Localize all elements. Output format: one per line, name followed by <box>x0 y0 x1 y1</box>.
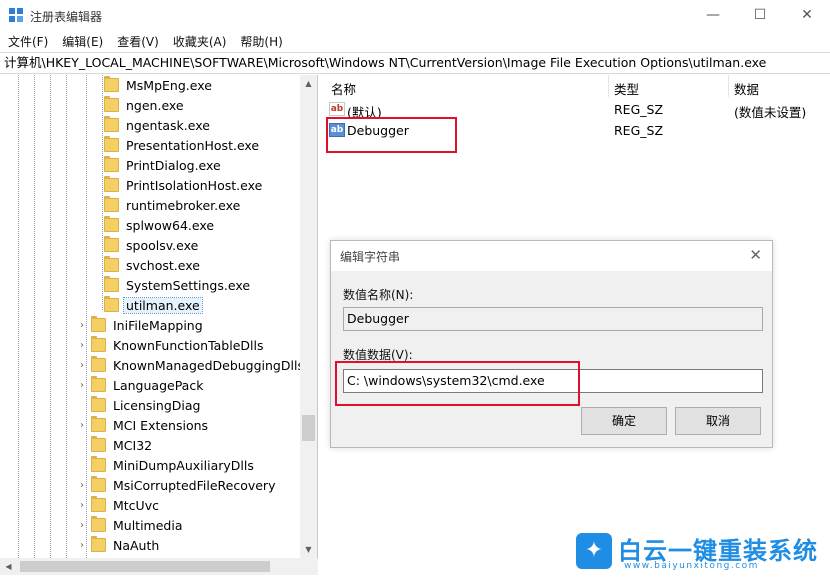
tree-item[interactable]: › Multimedia <box>77 515 185 535</box>
scroll-up-icon[interactable]: ▲ <box>300 75 317 92</box>
tree-horizontal-scrollbar[interactable]: ◀ <box>0 558 318 575</box>
folder-icon <box>91 516 106 532</box>
tree-item-selected[interactable]: utilman.exe <box>104 295 203 315</box>
tree-item[interactable]: MCI32 <box>77 435 154 455</box>
highlight-box-value-data <box>335 361 580 406</box>
window-title: 注册表编辑器 <box>30 10 103 24</box>
watermark-url: www.baiyunxitong.com <box>624 561 759 571</box>
cancel-button[interactable]: 取消 <box>675 407 761 435</box>
expand-chevron-icon[interactable]: › <box>77 420 87 431</box>
menu-bar: 文件(F) 编辑(E) 查看(V) 收藏夹(A) 帮助(H) <box>0 30 830 52</box>
tree-item[interactable]: svchost.exe <box>104 255 202 275</box>
expand-chevron-icon[interactable]: › <box>77 380 87 391</box>
bird-logo-icon: ✦ <box>576 533 612 569</box>
tree-item[interactable]: PrintDialog.exe <box>104 155 223 175</box>
tree-item[interactable]: PresentationHost.exe <box>104 135 261 155</box>
watermark-logo: ✦ 白云一键重装系统 www.baiyunxitong.com <box>576 531 824 573</box>
menu-edit[interactable]: 编辑(E) <box>62 33 103 50</box>
tree-item[interactable]: › KnownFunctionTableDlls <box>77 335 266 355</box>
tree-item[interactable]: › IniFileMapping <box>77 315 205 335</box>
folder-icon <box>91 436 106 452</box>
edit-string-dialog: 编辑字符串 ✕ 数值名称(N): Debugger 数值数据(V): C: \w… <box>330 240 773 448</box>
folder-icon <box>104 116 119 132</box>
dialog-title: 编辑字符串 <box>340 250 401 264</box>
scroll-down-icon[interactable]: ▼ <box>300 541 317 558</box>
tree-item[interactable]: LicensingDiag <box>77 395 202 415</box>
expand-chevron-icon[interactable]: › <box>77 500 87 511</box>
folder-icon <box>104 276 119 292</box>
regedit-icon <box>9 8 23 22</box>
tree-item[interactable]: › MtcUvc <box>77 495 161 515</box>
scrollbar-thumb[interactable] <box>302 415 315 441</box>
expand-chevron-icon[interactable]: › <box>77 320 87 331</box>
tree-item[interactable]: ngen.exe <box>104 95 186 115</box>
maximize-button[interactable]: ☐ <box>737 0 783 30</box>
expand-chevron-icon[interactable]: › <box>77 540 87 551</box>
scroll-left-icon[interactable]: ◀ <box>0 558 17 575</box>
folder-icon <box>91 496 106 512</box>
menu-file[interactable]: 文件(F) <box>8 33 48 50</box>
folder-icon <box>91 336 106 352</box>
registry-tree: MsMpEng.exe ngen.exe ngentask.exe Presen… <box>0 75 318 570</box>
expand-chevron-icon[interactable]: › <box>77 340 87 351</box>
header-type[interactable]: 类型 <box>614 79 639 98</box>
tree-item[interactable]: › MCI Extensions <box>77 415 210 435</box>
dialog-title-bar: 编辑字符串 ✕ <box>331 241 772 271</box>
folder-icon <box>104 256 119 272</box>
highlight-box-debugger <box>326 117 457 153</box>
folder-icon <box>91 396 106 412</box>
tree-item[interactable]: spoolsv.exe <box>104 235 200 255</box>
header-data[interactable]: 数据 <box>734 79 759 98</box>
string-value-icon: ab <box>329 102 345 116</box>
tree-item[interactable]: PrintIsolationHost.exe <box>104 175 264 195</box>
folder-icon <box>104 176 119 192</box>
header-name[interactable]: 名称 <box>331 79 356 98</box>
expand-chevron-icon[interactable]: › <box>77 360 87 371</box>
folder-icon <box>104 196 119 212</box>
expand-chevron-icon[interactable]: › <box>77 480 87 491</box>
folder-icon <box>104 76 119 92</box>
tree-item[interactable]: runtimebroker.exe <box>104 195 242 215</box>
tree-item[interactable]: › KnownManagedDebuggingDlls <box>77 355 306 375</box>
tree-item[interactable]: SystemSettings.exe <box>104 275 252 295</box>
tree-vertical-scrollbar[interactable]: ▲ ▼ <box>300 75 317 558</box>
folder-icon <box>91 416 106 432</box>
tree-item[interactable]: › MsiCorruptedFileRecovery <box>77 475 277 495</box>
close-button[interactable]: ✕ <box>784 0 830 30</box>
folder-icon <box>104 156 119 172</box>
folder-icon <box>91 356 106 372</box>
folder-open-icon <box>104 296 119 312</box>
ok-button[interactable]: 确定 <box>581 407 667 435</box>
folder-icon <box>104 216 119 232</box>
folder-icon <box>104 236 119 252</box>
folder-icon <box>91 376 106 392</box>
expand-chevron-icon[interactable]: › <box>77 520 87 531</box>
folder-icon <box>104 96 119 112</box>
tree-item[interactable]: › NaAuth <box>77 535 161 555</box>
menu-view[interactable]: 查看(V) <box>117 33 159 50</box>
tree-item[interactable]: › LanguagePack <box>77 375 205 395</box>
minimize-button[interactable]: — <box>690 0 736 30</box>
tree-item[interactable]: MiniDumpAuxiliaryDlls <box>77 455 256 475</box>
folder-icon <box>91 476 106 492</box>
folder-icon <box>91 536 106 552</box>
title-bar: 注册表编辑器 — ☐ ✕ <box>0 0 830 30</box>
menu-help[interactable]: 帮助(H) <box>240 33 282 50</box>
address-bar[interactable]: 计算机\HKEY_LOCAL_MACHINE\SOFTWARE\Microsof… <box>0 52 830 74</box>
folder-icon <box>91 316 106 332</box>
folder-icon <box>104 136 119 152</box>
value-name-field[interactable]: Debugger <box>343 307 763 331</box>
scrollbar-thumb[interactable] <box>20 561 270 572</box>
tree-item[interactable]: ngentask.exe <box>104 115 212 135</box>
folder-icon <box>91 456 106 472</box>
dialog-close-icon[interactable]: ✕ <box>749 246 762 264</box>
value-name-label: 数值名称(N): <box>343 288 414 302</box>
tree-item[interactable]: MsMpEng.exe <box>104 75 214 95</box>
tree-item[interactable]: splwow64.exe <box>104 215 216 235</box>
list-header: 名称 类型 数据 <box>323 75 830 97</box>
menu-favorites[interactable]: 收藏夹(A) <box>173 33 227 50</box>
